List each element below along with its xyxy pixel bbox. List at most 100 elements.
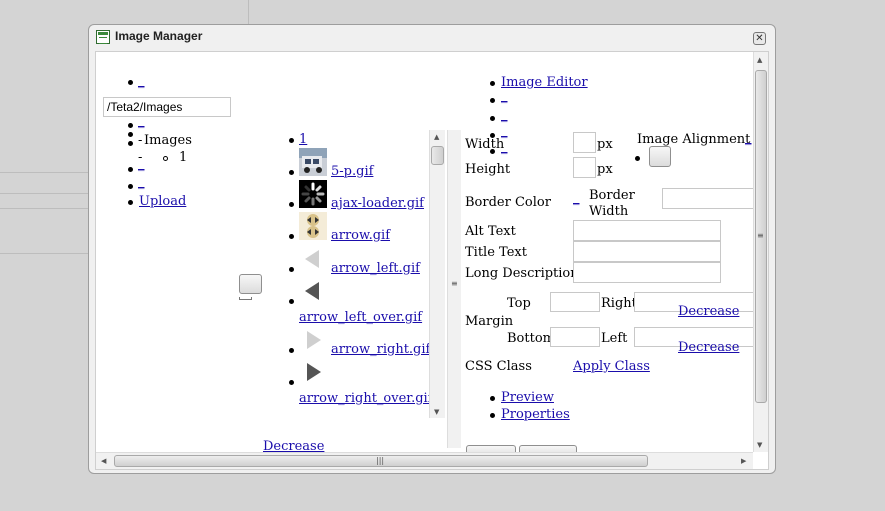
file-link[interactable]: arrow_left.gif [331, 261, 420, 276]
image-alignment-button[interactable] [649, 146, 671, 167]
bullet [490, 98, 495, 103]
background-line-horizontal [0, 172, 88, 173]
bullet [128, 141, 133, 146]
border-color-link[interactable]: _ [573, 191, 580, 206]
file-link[interactable]: arrow_right.gif [331, 342, 430, 357]
alt-text-input[interactable] [573, 220, 721, 241]
background-line-horizontal [0, 193, 88, 194]
toolbar-link[interactable]: _ [501, 108, 508, 123]
bullet [490, 396, 495, 401]
folder-link[interactable]: _ [138, 175, 145, 190]
toolbar-link[interactable]: _ [501, 89, 508, 104]
decrease-link[interactable]: Decrease [678, 304, 739, 319]
file-folder-link[interactable]: 1 [299, 132, 307, 147]
px-unit: px [597, 162, 613, 177]
pane-splitter[interactable]: ≡ [447, 130, 461, 448]
margin-left-label: Left [601, 331, 628, 346]
bullet [128, 80, 133, 85]
alignment-link[interactable]: _ [745, 131, 752, 146]
tree-node-1[interactable]: 1 [179, 150, 187, 165]
tree-node-images[interactable]: Images [144, 133, 192, 148]
bullet [490, 116, 495, 121]
margin-label: Margin [465, 314, 514, 329]
background-line-horizontal [0, 208, 88, 209]
bullet [289, 138, 294, 143]
file-thumbnail-5-p[interactable] [299, 148, 327, 176]
margin-top-input[interactable] [550, 292, 600, 312]
title-text-label: Title Text [465, 245, 527, 260]
scroll-up-arrow-icon[interactable]: ▲ [757, 56, 762, 64]
bullet [635, 156, 640, 161]
decrease-link[interactable]: Decrease [678, 340, 739, 355]
scrollbar-grip-icon: ||| [376, 456, 385, 465]
file-thumbnail-arrow-left[interactable] [299, 245, 327, 273]
margin-right-label: Right [601, 296, 637, 311]
file-thumbnail-arrow[interactable] [299, 212, 327, 240]
file-link[interactable]: ajax-loader.gif [331, 196, 424, 211]
properties-link[interactable]: Properties [501, 407, 570, 422]
margin-bottom-input[interactable] [550, 327, 600, 347]
file-thumbnail-arrow-right[interactable] [299, 326, 327, 354]
folder-link[interactable]: _ [138, 157, 145, 172]
dialog-title: Image Manager [115, 29, 203, 43]
css-class-label: CSS Class [465, 359, 532, 374]
height-label: Height [465, 162, 511, 177]
bullet [289, 380, 294, 385]
long-description-input[interactable] [573, 262, 721, 283]
bullet [289, 348, 294, 353]
scroll-right-arrow-icon[interactable]: ▶ [741, 457, 746, 465]
apply-class-link[interactable]: Apply Class [573, 359, 650, 374]
width-label: Width [465, 137, 505, 152]
px-unit: px [597, 137, 613, 152]
bullet [128, 132, 133, 137]
title-text-input[interactable] [573, 241, 721, 262]
dialog-titlebar[interactable]: Image Manager ✕ [89, 25, 775, 51]
splitter-button[interactable] [239, 274, 262, 294]
scroll-left-arrow-icon[interactable]: ◀ [101, 457, 106, 465]
border-color-label: Border Color [465, 195, 551, 210]
scrollbar-thumb[interactable] [431, 146, 444, 165]
scrollbar-grip-icon: ≡ [757, 231, 764, 240]
scroll-down-arrow-icon[interactable]: ▼ [434, 408, 439, 416]
bullet [289, 202, 294, 207]
folder-link[interactable]: _ [138, 114, 145, 129]
file-link[interactable]: arrow_left_over.gif [299, 310, 422, 325]
image-alignment-label: Image Alignment [637, 132, 751, 147]
scroll-down-arrow-icon[interactable]: ▼ [757, 441, 762, 449]
bullet [289, 267, 294, 272]
main-horizontal-scrollbar[interactable]: ◀ ||| ▶ [96, 452, 753, 469]
tree-expander[interactable]: - [138, 133, 142, 148]
bullet [128, 184, 133, 189]
file-link[interactable]: arrow_right_over.gif [299, 391, 433, 406]
bullet [289, 170, 294, 175]
background-line-vertical [248, 0, 249, 24]
height-input[interactable] [573, 157, 596, 178]
image-manager-dialog: Image Manager ✕ _ _ - Images - 1 _ _ Upl… [88, 24, 776, 474]
bullet [490, 81, 495, 86]
border-width-input[interactable] [662, 188, 758, 209]
dialog-content: _ _ - Images - 1 _ _ Upload 1 [95, 51, 769, 470]
file-link[interactable]: 5-p.gif [331, 164, 373, 179]
splitter-grip-icon[interactable]: ≡ [451, 280, 458, 288]
width-input[interactable] [573, 132, 596, 153]
tree-circle-bullet [163, 156, 168, 161]
bullet [128, 167, 133, 172]
close-icon[interactable]: ✕ [753, 32, 766, 45]
upload-link[interactable]: Upload [139, 194, 186, 209]
file-link[interactable]: arrow.gif [331, 228, 390, 243]
folder-link[interactable]: _ [138, 74, 145, 89]
border-width-label: Border Width [589, 188, 635, 219]
bullet [128, 123, 133, 128]
bullet [128, 200, 133, 205]
file-thumbnail-ajax-loader[interactable] [299, 180, 327, 208]
file-thumbnail-arrow-left-over[interactable] [299, 277, 327, 305]
image-manager-icon [96, 30, 110, 44]
preview-link[interactable]: Preview [501, 390, 554, 405]
file-thumbnail-arrow-right-over[interactable] [299, 358, 327, 386]
file-list-scrollbar[interactable]: ▲ ▼ [429, 130, 445, 418]
main-vertical-scrollbar[interactable]: ▲ ≡ ▼ [753, 52, 768, 452]
scroll-up-arrow-icon[interactable]: ▲ [434, 133, 439, 141]
image-editor-link[interactable]: Image Editor [501, 75, 588, 90]
margin-bottom-label: Bottom [507, 331, 555, 346]
path-input[interactable] [103, 97, 231, 117]
